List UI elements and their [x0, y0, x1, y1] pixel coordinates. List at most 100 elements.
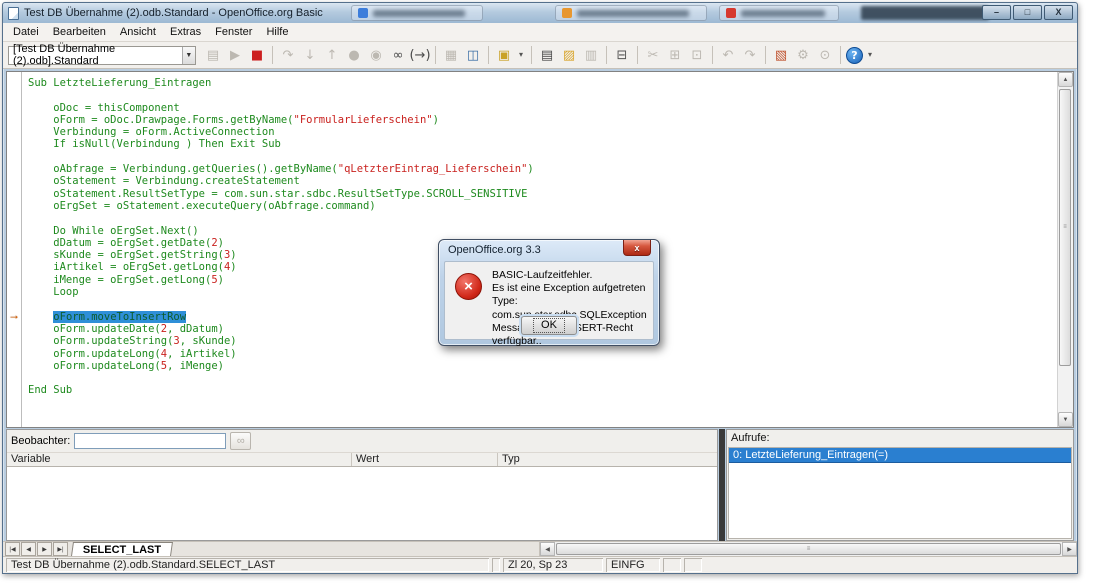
app-document-icon — [8, 7, 19, 20]
modules-icon: ▦ — [441, 45, 461, 65]
minimize-button[interactable]: – — [982, 5, 1011, 20]
status-cursor-position: Zl 20, Sp 23 — [503, 558, 603, 572]
scroll-left-icon[interactable]: ◀ — [540, 542, 555, 556]
tab-select_last[interactable]: SELECT_LAST — [71, 542, 173, 556]
chevron-down-icon[interactable]: ▼ — [182, 47, 195, 64]
menu-datei[interactable]: Datei — [6, 24, 46, 40]
status-bar: Test DB Übernahme (2).odb.Standard.SELEC… — [3, 556, 1077, 573]
prev-tab-icon[interactable]: ◀ — [21, 542, 36, 556]
execution-arrow-icon: → — [8, 310, 20, 320]
app-icon — [358, 8, 368, 18]
title-bar[interactable]: Test DB Übernahme (2).odb.Standard - Ope… — [3, 3, 1077, 23]
toolbar-overflow-1-icon[interactable]: ▾ — [516, 45, 526, 65]
save-icon: ▥ — [581, 45, 601, 65]
help-icon[interactable]: ? — [846, 47, 863, 64]
watch-table-body[interactable] — [7, 467, 717, 540]
menu-hilfe[interactable]: Hilfe — [259, 24, 295, 40]
watch-toolbar: Beobachter: ∞ — [7, 430, 717, 452]
horizontal-scrollbar[interactable]: ◀ ≡ ▶ — [539, 542, 1077, 556]
catalog-icon[interactable]: ▧ — [771, 45, 791, 65]
print-icon[interactable]: ⊟ — [612, 45, 632, 65]
call-stack-list[interactable]: 0: LetzteLieferung_Eintragen(=) — [728, 447, 1072, 539]
tab-filler — [172, 542, 539, 556]
code-line: End Sub — [28, 384, 1057, 396]
watch-column-typ[interactable]: Typ — [498, 453, 717, 466]
code-line: Verbindung = oForm.ActiveConnection — [28, 126, 1057, 138]
ok-button[interactable]: OK — [521, 316, 577, 335]
code-line: oStatement.ResultSetType = com.sun.star.… — [28, 188, 1057, 200]
minimize-icon: – — [994, 8, 999, 17]
toolbar-separator — [840, 46, 841, 64]
censored-window-tab[interactable] — [555, 5, 707, 21]
module-tabs: SELECT_LAST — [69, 542, 172, 556]
select-module-icon[interactable]: ▣ — [494, 45, 514, 65]
censored-window-tab[interactable] — [719, 5, 839, 21]
close-icon: X — [1055, 8, 1061, 17]
toolbar-separator — [435, 46, 436, 64]
copy-icon: ⊞ — [665, 45, 685, 65]
censored-text — [741, 10, 825, 17]
last-tab-icon[interactable]: ▶| — [53, 542, 68, 556]
toolbar-separator — [765, 46, 766, 64]
new-module-icon[interactable]: ▤ — [537, 45, 557, 65]
horizontal-scroll-thumb[interactable]: ≡ — [556, 543, 1061, 555]
module-tab-row: |◀◀▶▶| SELECT_LAST ◀ ≡ ▶ — [3, 541, 1077, 556]
code-line: If isNull(Verbindung ) Then Exit Sub — [28, 138, 1057, 150]
menu-extras[interactable]: Extras — [163, 24, 208, 40]
toolbar-separator — [712, 46, 713, 64]
watch-panel: Beobachter: ∞ VariableWertTyp — [6, 429, 718, 541]
maximize-icon: □ — [1025, 8, 1030, 17]
toolbar-separator — [272, 46, 273, 64]
run-icon: ▶ — [225, 45, 245, 65]
censored-text — [577, 10, 689, 17]
status-insert-mode[interactable]: EINFG — [606, 558, 660, 572]
stop-icon[interactable]: ■ — [247, 45, 267, 65]
toolbar-separator — [606, 46, 607, 64]
first-tab-icon[interactable]: |◀ — [5, 542, 20, 556]
scroll-right-icon[interactable]: ▶ — [1062, 542, 1077, 556]
step-out-icon: ↑ — [322, 45, 342, 65]
edit-watch-icon[interactable]: ∞ — [230, 432, 251, 450]
toolbar-overflow-2-icon[interactable]: ▾ — [865, 45, 875, 65]
dialog-close-icon[interactable]: x — [623, 240, 651, 256]
vertical-scrollbar[interactable]: ▲ ≡ ▼ — [1057, 72, 1073, 427]
menu-fenster[interactable]: Fenster — [208, 24, 259, 40]
maximize-button[interactable]: □ — [1013, 5, 1042, 20]
code-line: oAbfrage = Verbindung.getQueries().getBy… — [28, 163, 1057, 175]
cut-icon: ✂ — [643, 45, 663, 65]
error-dialog: OpenOffice.org 3.3 x × BASIC-Laufzeitfeh… — [438, 239, 660, 346]
scroll-up-icon[interactable]: ▲ — [1058, 72, 1073, 87]
watch-input[interactable] — [74, 433, 226, 449]
app-icon — [726, 8, 736, 18]
call-stack-panel: Aufrufe: 0: LetzteLieferung_Eintragen(=) — [726, 429, 1074, 541]
dialogs-icon[interactable]: ◫ — [463, 45, 483, 65]
goto-icon[interactable]: (→) — [410, 45, 430, 65]
menu-ansicht[interactable]: Ansicht — [113, 24, 163, 40]
panel-splitter[interactable] — [719, 429, 725, 541]
vertical-scroll-thumb[interactable]: ≡ — [1059, 89, 1071, 366]
open-icon[interactable]: ▨ — [559, 45, 579, 65]
next-tab-icon[interactable]: ▶ — [37, 542, 52, 556]
undo-icon: ↶ — [718, 45, 738, 65]
close-button[interactable]: X — [1044, 5, 1073, 20]
watch-table-header: VariableWertTyp — [7, 452, 717, 467]
breakpoint-icon: ● — [344, 45, 364, 65]
watch-column-variable[interactable]: Variable — [7, 453, 352, 466]
call-stack-item[interactable]: 0: LetzteLieferung_Eintragen(=) — [729, 448, 1071, 463]
settings-icon: ⚙ — [793, 45, 813, 65]
breakpoint-margin[interactable]: → — [7, 72, 22, 427]
basic-ide-window: Test DB Übernahme (2).odb.Standard - Ope… — [2, 2, 1078, 574]
scroll-down-icon[interactable]: ▼ — [1058, 412, 1073, 427]
code-line — [28, 372, 1057, 384]
menu-bearbeiten[interactable]: Bearbeiten — [46, 24, 113, 40]
code-line: oForm = oDoc.Drawpage.Forms.getByName("F… — [28, 114, 1057, 126]
status-spare-cell — [684, 558, 702, 572]
censored-text — [373, 10, 465, 17]
code-line — [28, 151, 1057, 163]
library-select[interactable]: [Test DB Übernahme (2).odb].Standard ▼ — [8, 46, 196, 65]
paste-icon: ⊡ — [687, 45, 707, 65]
watch-icon[interactable]: ∞ — [388, 45, 408, 65]
watch-column-wert[interactable]: Wert — [352, 453, 498, 466]
censored-window-tab[interactable] — [351, 5, 483, 21]
status-spare-cell — [663, 558, 681, 572]
